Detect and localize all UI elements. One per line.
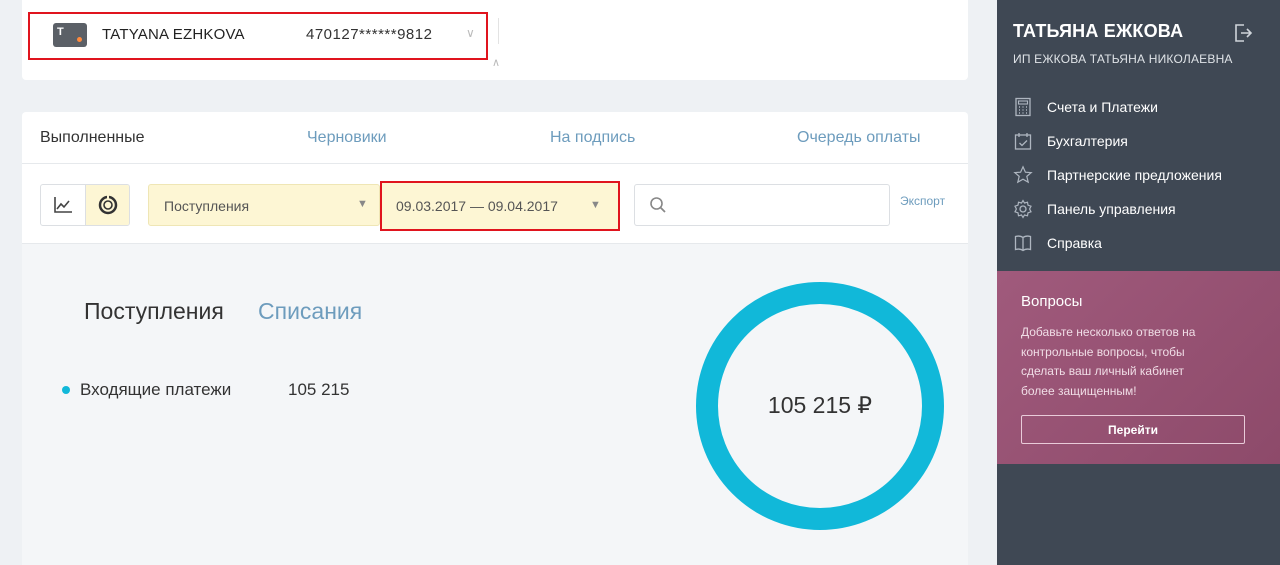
view-toggle (40, 184, 130, 226)
operations-tabs: Выполненные Черновики На подпись Очередь… (22, 112, 968, 164)
line-chart-icon (54, 197, 72, 213)
calendar-icon (1014, 133, 1032, 150)
sidebar-item-partner-offers[interactable]: Партнерские предложения (1013, 158, 1222, 192)
donut-total-label: 105 215 ₽ (768, 392, 872, 418)
date-range-value: 09.03.2017 — 09.04.2017 (396, 198, 558, 214)
search-input[interactable] (679, 193, 879, 217)
sidebar-nav: Счета и Платежи Бухгалтерия Партнерские … (1013, 90, 1222, 260)
user-name: ТАТЬЯНА ЕЖКОВА (1013, 21, 1184, 41)
card-icon-letter: T (57, 26, 64, 38)
star-icon (1013, 165, 1033, 184)
line-chart-button[interactable] (41, 185, 85, 225)
donut-chart-icon (98, 195, 117, 215)
book-icon (1014, 235, 1032, 252)
sidebar-item-label: Справка (1047, 235, 1102, 251)
card-brand-dot (77, 37, 82, 42)
caret-down-icon: ▼ (590, 199, 601, 211)
divider (498, 18, 499, 44)
tab-completed[interactable]: Выполненные (40, 129, 145, 147)
filter-toolbar: Поступления ▼ 09.03.2017 — 09.04.2017 ▼ … (22, 164, 968, 244)
operation-type-value: Поступления (164, 198, 250, 214)
sidebar-item-accounting[interactable]: Бухгалтерия (1013, 124, 1222, 158)
summary-tab-outgoing[interactable]: Списания (258, 298, 362, 325)
sidebar-item-control-panel[interactable]: Панель управления (1013, 192, 1222, 226)
tab-to-sign[interactable]: На подпись (550, 129, 635, 147)
donut-chart-button[interactable] (85, 185, 129, 225)
sidebar-item-label: Счета и Платежи (1047, 99, 1158, 115)
sidebar-item-accounts[interactable]: Счета и Платежи (1013, 90, 1222, 124)
security-questions-promo: Вопросы Добавьте несколько ответов на ко… (997, 271, 1280, 464)
search-box[interactable] (634, 184, 890, 226)
date-range-select[interactable]: 09.03.2017 — 09.04.2017 ▼ (380, 181, 620, 231)
summary-tab-income[interactable]: Поступления (84, 298, 224, 325)
promo-title: Вопросы (1021, 293, 1083, 310)
sidebar-item-label: Бухгалтерия (1047, 133, 1128, 149)
card-selector[interactable]: T TATYANA EZHKOVA 470127******9812 ∨ (28, 12, 488, 60)
legend-value: 105 215 (288, 380, 350, 399)
legend-label: Входящие платежи (80, 380, 232, 399)
promo-text: Добавьте несколько ответов на контрольны… (1021, 325, 1196, 398)
chevron-up-icon[interactable]: ∧ (492, 56, 500, 69)
sidebar-item-help[interactable]: Справка (1013, 226, 1222, 260)
sidebar-item-label: Партнерские предложения (1047, 167, 1222, 183)
sidebar: ТАТЬЯНА ЕЖКОВА ИП ЕЖКОВА ТАТЬЯНА НИКОЛАЕ… (997, 0, 1280, 565)
gear-icon (1014, 199, 1032, 219)
logout-icon[interactable] (1233, 22, 1253, 44)
operation-type-select[interactable]: Поступления ▼ (148, 184, 380, 226)
donut-chart: 105 215 ₽ (696, 282, 944, 530)
main-area: T TATYANA EZHKOVA 470127******9812 ∨ ∧ В… (0, 0, 997, 565)
operations-card: Выполненные Черновики На подпись Очередь… (22, 112, 968, 565)
sidebar-item-label: Панель управления (1047, 201, 1176, 217)
card-holder-name: TATYANA EZHKOVA (102, 26, 245, 43)
legend-dot (62, 386, 70, 394)
export-link[interactable]: Экспорт (900, 194, 945, 208)
bank-card-icon: T (53, 23, 87, 47)
tab-payment-queue[interactable]: Очередь оплаты (797, 129, 921, 147)
promo-go-button[interactable]: Перейти (1021, 415, 1245, 444)
calculator-icon (1015, 97, 1031, 117)
card-panel: T TATYANA EZHKOVA 470127******9812 ∨ ∧ (22, 0, 968, 80)
chevron-down-icon[interactable]: ∨ (466, 26, 475, 40)
caret-down-icon: ▼ (357, 198, 368, 210)
tab-drafts[interactable]: Черновики (307, 129, 387, 147)
search-icon (650, 197, 666, 213)
legend-item: Входящие платежи 105 215 (62, 380, 349, 400)
card-number: 470127******9812 (306, 26, 433, 43)
user-organization: ИП ЕЖКОВА ТАТЬЯНА НИКОЛАЕВНА (1013, 52, 1233, 66)
